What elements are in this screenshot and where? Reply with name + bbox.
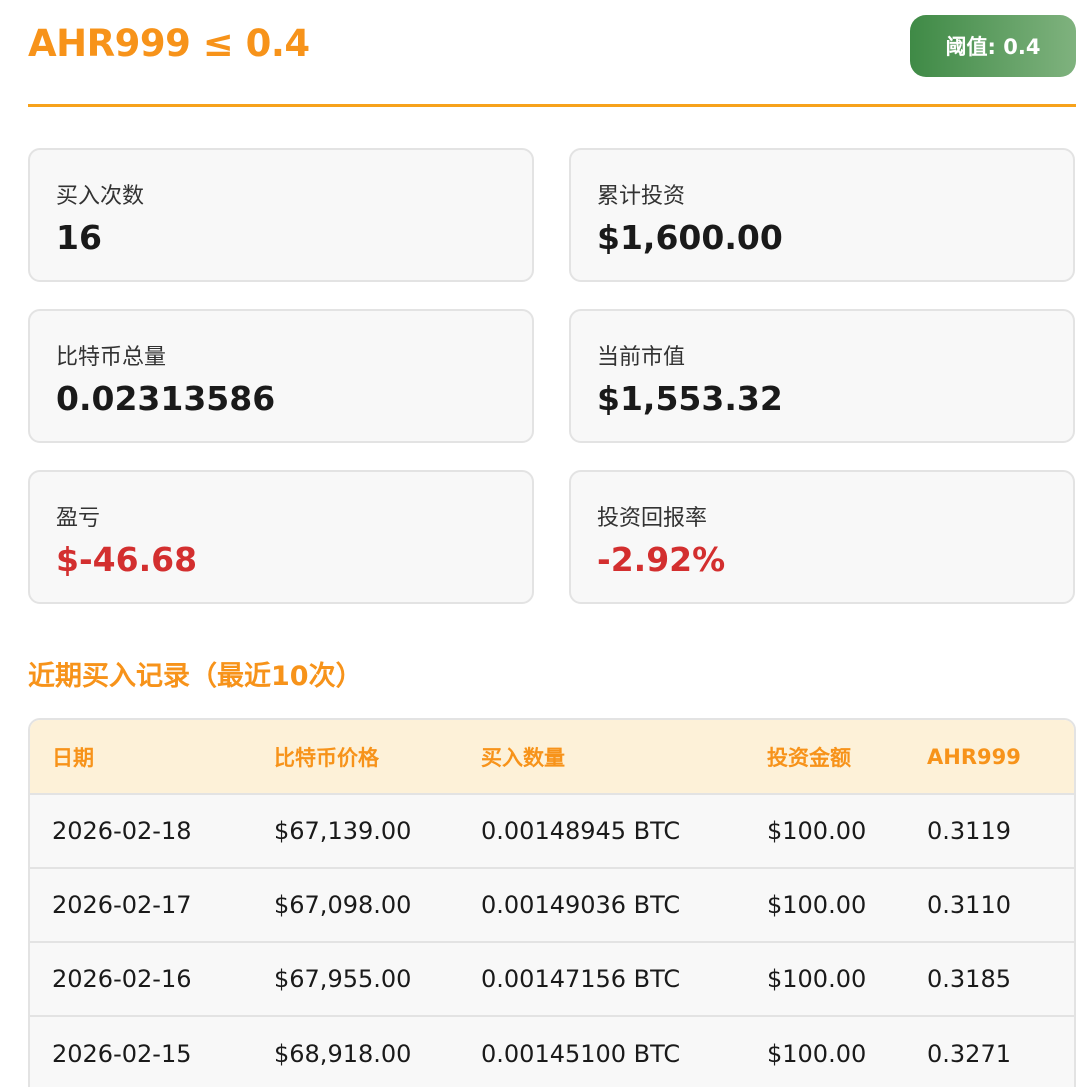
stat-label: 当前市值 <box>597 345 686 370</box>
column-header-ahr999: AHR999 <box>927 744 1021 769</box>
cell-buy-amount: 0.00148945 BTC <box>481 817 681 845</box>
stat-card-btc-total: 比特币总量 0.02313586 <box>28 309 534 443</box>
cell-btc-price: $67,098.00 <box>274 891 412 919</box>
cell-invested: $100.00 <box>767 1039 867 1068</box>
stat-label: 累计投资 <box>597 184 686 209</box>
cell-invested: $100.00 <box>767 817 867 845</box>
stat-label: 盈亏 <box>56 506 101 531</box>
table-row: 2026-02-17 $67,098.00 0.00149036 BTC $10… <box>30 868 1074 942</box>
cell-date: 2026-02-16 <box>52 965 192 993</box>
threshold-badge: 阈值: 0.4 <box>910 15 1076 77</box>
page-header: AHR999 ≤ 0.4 阈值: 0.4 <box>28 14 1076 107</box>
cell-ahr999: 0.3185 <box>927 965 1011 993</box>
table-row: 2026-02-18 $67,139.00 0.00148945 BTC $10… <box>30 794 1074 868</box>
stat-value: 0.02313586 <box>56 379 276 418</box>
stat-label: 买入次数 <box>56 184 145 209</box>
records-table: 日期 比特币价格 买入数量 投资金额 AHR999 2026-02-18 $67… <box>28 718 1076 1087</box>
table-row: 2026-02-15 $68,918.00 0.00145100 BTC $10… <box>30 1016 1074 1087</box>
column-header-buy-amount: 买入数量 <box>481 745 565 770</box>
cell-ahr999: 0.3271 <box>927 1039 1011 1068</box>
cell-date: 2026-02-15 <box>52 1039 192 1068</box>
stat-card-total-invested: 累计投资 $1,600.00 <box>569 148 1075 282</box>
cell-buy-amount: 0.00147156 BTC <box>481 965 681 993</box>
cell-buy-amount: 0.00149036 BTC <box>481 891 681 919</box>
column-header-date: 日期 <box>52 745 94 770</box>
table-row: 2026-02-16 $67,955.00 0.00147156 BTC $10… <box>30 942 1074 1016</box>
cell-invested: $100.00 <box>767 965 867 993</box>
cell-btc-price: $67,955.00 <box>274 965 412 993</box>
cell-buy-amount: 0.00145100 BTC <box>481 1039 681 1068</box>
stat-card-profit-loss: 盈亏 $-46.68 <box>28 470 534 604</box>
cell-date: 2026-02-17 <box>52 891 192 919</box>
stat-label: 比特币总量 <box>56 345 167 370</box>
cell-btc-price: $68,918.00 <box>274 1039 412 1068</box>
cell-btc-price: $67,139.00 <box>274 817 412 845</box>
stat-value: $1,553.32 <box>597 379 783 418</box>
stat-value: -2.92% <box>597 540 726 579</box>
stat-value: 16 <box>56 218 102 257</box>
stat-label: 投资回报率 <box>597 506 708 531</box>
table-header-row: 日期 比特币价格 买入数量 投资金额 AHR999 <box>30 720 1074 794</box>
page-title: AHR999 ≤ 0.4 <box>28 22 310 65</box>
stat-card-buy-count: 买入次数 16 <box>28 148 534 282</box>
page: AHR999 ≤ 0.4 阈值: 0.4 买入次数 16 累计投资 $1,600… <box>0 0 1080 1087</box>
cell-date: 2026-02-18 <box>52 817 192 845</box>
cell-invested: $100.00 <box>767 891 867 919</box>
cell-ahr999: 0.3110 <box>927 891 1011 919</box>
cell-ahr999: 0.3119 <box>927 817 1011 845</box>
stat-value: $-46.68 <box>56 540 198 579</box>
column-header-btc-price: 比特币价格 <box>274 745 379 770</box>
stat-card-roi: 投资回报率 -2.92% <box>569 470 1075 604</box>
stat-card-market-value: 当前市值 $1,553.32 <box>569 309 1075 443</box>
column-header-invested: 投资金额 <box>767 745 851 770</box>
records-section-title: 近期买入记录（最近10次） <box>28 661 363 692</box>
stat-value: $1,600.00 <box>597 218 783 257</box>
